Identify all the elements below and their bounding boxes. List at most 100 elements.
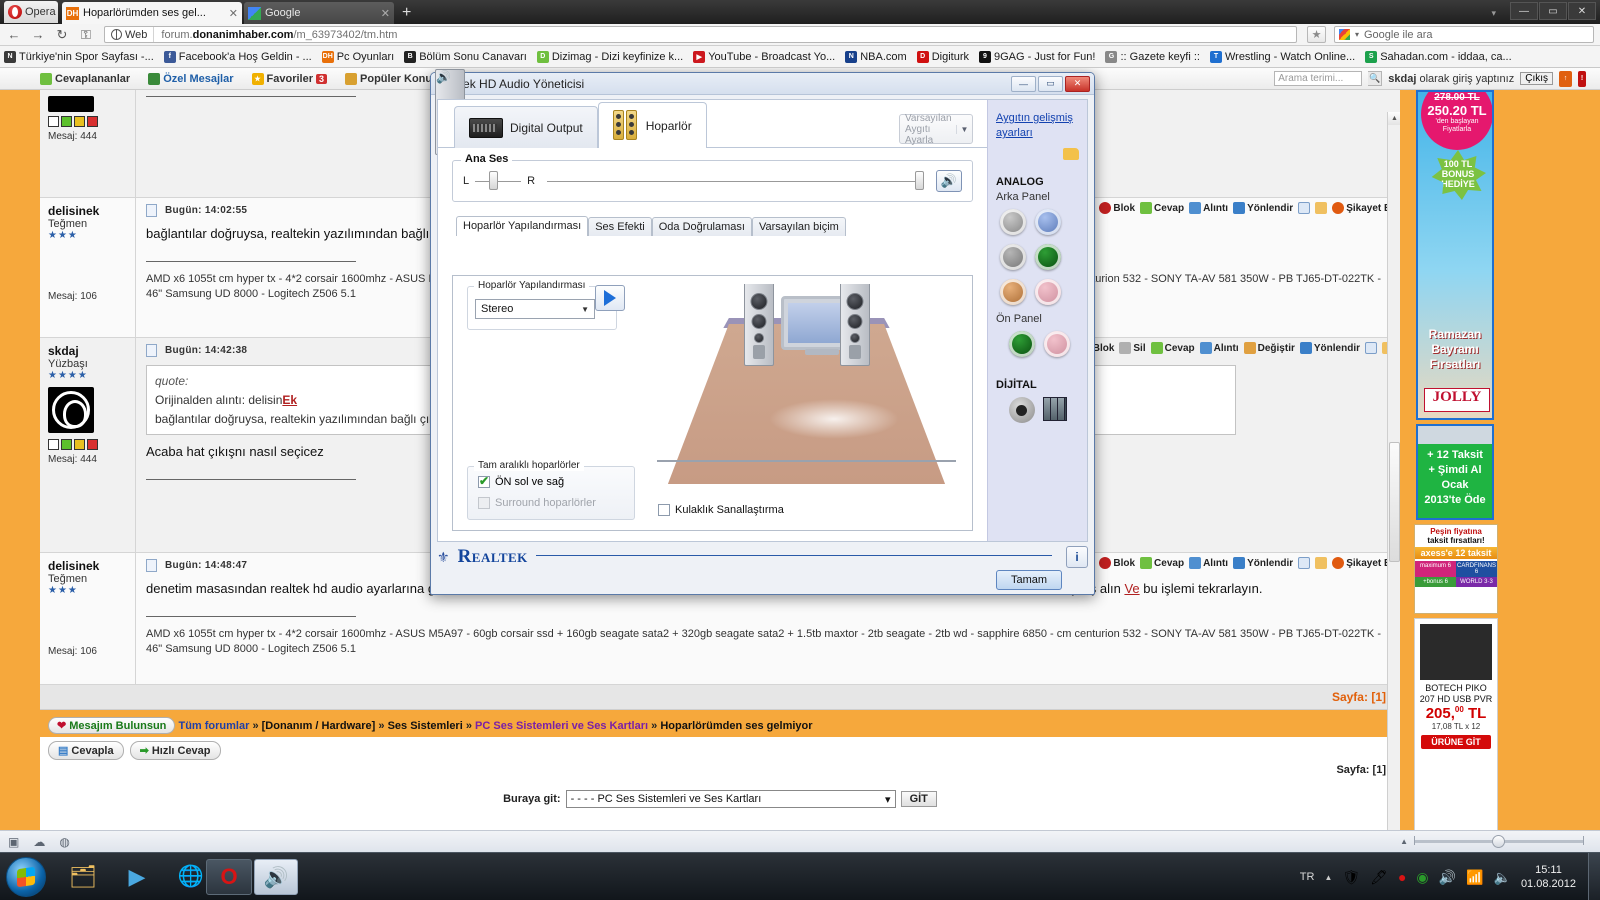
dialog-minimize-button[interactable]: — [1011, 75, 1036, 92]
ad-axess[interactable]: Peşin fiyatına taksit fırsatları! axess'… [1414, 524, 1498, 614]
zoom-slider-handle[interactable] [1492, 835, 1505, 848]
forum-logout-button[interactable]: Çıkış [1520, 72, 1553, 85]
zoom-menu-icon[interactable]: ▲ [1400, 837, 1408, 846]
key-icon[interactable]: ⚿ [78, 27, 94, 43]
bookmark-0[interactable]: N Türkiye'nin Spor Sayfası -... [4, 50, 154, 63]
bookmark-1[interactable]: f Facebook'a Hoş Geldin - ... [163, 50, 312, 63]
post-tool-alinti[interactable]: Alıntı [1189, 557, 1228, 569]
taskbar-explorer[interactable]: 🗂 [56, 859, 110, 895]
alert-icon[interactable]: ! [1578, 70, 1586, 87]
post-tool-sil[interactable]: Sil [1119, 342, 1146, 354]
subtab-ses-efekti[interactable]: Ses Efekti [588, 217, 652, 236]
ad-installment[interactable]: + 12 Taksit + Şimdi Al Ocak 2013'te Öde [1416, 424, 1494, 520]
speaker-tray-icon[interactable]: 🔈 [1494, 869, 1511, 886]
volume-thumb[interactable] [915, 170, 924, 190]
dialog-maximize-button[interactable]: ▭ [1038, 75, 1063, 92]
bookmark-5[interactable]: ▶ YouTube - Broadcast Yo... [693, 50, 835, 63]
post-tool-cevap[interactable]: Cevap [1140, 557, 1184, 569]
bookmark-10[interactable]: T Wrestling - Watch Online... [1209, 50, 1355, 63]
jack-green-line-out[interactable] [1035, 244, 1061, 270]
play-test-button[interactable] [595, 285, 625, 311]
bookmark-2[interactable]: DH Pc Oyunları [321, 50, 394, 63]
balance-slider[interactable] [475, 170, 522, 190]
forward-icon[interactable]: → [30, 27, 46, 42]
info-button[interactable]: i [1066, 546, 1088, 568]
volume-icon[interactable]: 🔊 [1439, 869, 1456, 886]
opera-menu-button[interactable]: Opera [4, 1, 58, 23]
tab-hoparlor[interactable]: Hoparlör [597, 102, 707, 148]
page-scrollbar[interactable]: ▲ [1387, 112, 1401, 830]
post-tool-yonlendir[interactable]: Yönlendir [1233, 202, 1293, 214]
post-tool-sikayet[interactable]: Şikayet Et [1332, 557, 1394, 569]
jack-grey-2[interactable] [1000, 244, 1026, 270]
optical-spdif-icon[interactable] [1042, 397, 1067, 421]
subtab-hoparlor-yapilandirmasi[interactable]: Hoparlör Yapılandırması [456, 216, 589, 236]
post-tool-blok[interactable]: Blok [1099, 557, 1135, 569]
post-author-name[interactable]: skdaj [48, 344, 127, 358]
dialog-titlebar[interactable]: 🔊 Realtek HD Audio Yöneticisi — ▭ ✕ [431, 69, 1094, 155]
network-icon[interactable]: 📶 [1466, 869, 1483, 886]
web-badge[interactable]: Web [105, 27, 155, 42]
start-button[interactable] [6, 857, 46, 897]
front-jack-pink-mic[interactable] [1044, 331, 1070, 357]
forum-nav-favoriler[interactable]: ★ Favoriler 3 [251, 72, 328, 85]
taskbar-opera[interactable]: O [206, 859, 252, 895]
folder-icon[interactable] [1063, 148, 1079, 160]
checkbox-front-left-right[interactable] [478, 474, 490, 488]
speaker-front-right[interactable] [839, 284, 870, 366]
panel-toggle-icon[interactable]: ▣ [8, 835, 19, 849]
forum-nav-cevaplananlar[interactable]: Cevaplananlar [40, 72, 130, 85]
jack-grey[interactable] [1000, 209, 1026, 235]
folder-icon[interactable] [1315, 557, 1328, 569]
mute-toggle-button[interactable]: 🔊 [936, 170, 962, 192]
minimize-button[interactable]: — [1510, 2, 1538, 20]
ad-product[interactable]: BOTECH PIKO 207 HD USB PVR 205,00 TL 17,… [1414, 618, 1498, 830]
nvidia-icon[interactable]: 🖊 [1370, 869, 1388, 886]
advanced-device-settings-link[interactable]: Aygıtın gelişmiş ayarları [996, 112, 1073, 139]
opera-tray-icon[interactable]: ● [1398, 869, 1406, 885]
volume-slider[interactable] [547, 170, 924, 190]
bookmark-9[interactable]: G:: Gazete keyfi :: [1105, 50, 1200, 63]
new-tab-button[interactable]: + [402, 4, 411, 22]
subtab-varsayilan-bicim[interactable]: Varsayılan biçim [751, 217, 846, 236]
post-author-name[interactable]: delisinek [48, 559, 127, 573]
breadcrumb-l2[interactable]: Ses Sistemleri [388, 720, 463, 732]
sayfa-right-value[interactable]: [1] [1373, 764, 1386, 776]
breadcrumb-l3[interactable]: PC Ses Sistemleri ve Ses Kartları [475, 720, 648, 732]
pager-value[interactable]: [1] [1371, 690, 1386, 704]
weather-icon[interactable]: ☁ [33, 835, 45, 849]
speaker-config-select[interactable]: Stereo ▼ [475, 299, 595, 319]
address-bar[interactable]: Web forum.donanimhaber.com/m_63973402/tm… [104, 26, 1297, 43]
forum-search-icon[interactable]: 🔍 [1368, 71, 1383, 86]
page-icon[interactable] [1365, 342, 1377, 354]
page-icon[interactable] [1298, 202, 1311, 214]
tab-digital-output[interactable]: Digital Output [454, 106, 598, 148]
hizli-cevap-button[interactable]: ➡ Hızlı Cevap [129, 741, 221, 760]
dialog-close-button[interactable]: ✕ [1065, 75, 1090, 92]
bookmark-8[interactable]: 9 9GAG - Just for Fun! [979, 50, 1095, 63]
tab-close-icon[interactable]: ✕ [375, 7, 390, 20]
bookmark-3[interactable]: B Bölüm Sonu Canavarı [404, 50, 527, 63]
taskbar-media-player[interactable]: ▶ [110, 859, 164, 895]
taskbar-clock[interactable]: 15:11 01.08.2012 [1521, 863, 1576, 891]
goto-button[interactable]: GİT [900, 791, 937, 807]
headphone-virtualization-row[interactable]: Kulaklık Sanallaştırma [658, 504, 784, 516]
front-jack-green-headphone[interactable] [1009, 331, 1035, 357]
post-tool-alinti[interactable]: Alıntı [1199, 342, 1239, 354]
quote-source-link[interactable]: Ek [282, 393, 297, 407]
breadcrumb-root[interactable]: Tüm forumlar [178, 720, 249, 732]
jack-blue-line-in[interactable] [1035, 209, 1061, 235]
dial-icon[interactable]: ◍ [59, 835, 69, 849]
jack-orange-center-sub[interactable] [1000, 279, 1026, 305]
ok-button[interactable]: Tamam [996, 570, 1062, 590]
folder-icon[interactable] [1315, 202, 1328, 214]
post-body-link[interactable]: Ve [1124, 581, 1139, 596]
post-tool-sikayet[interactable]: Şikayet Et [1332, 202, 1394, 214]
utorrent-icon[interactable]: ◉ [1416, 869, 1428, 886]
close-button[interactable]: ✕ [1568, 2, 1596, 20]
default-device-button[interactable]: Varsayılan Aygıtı Ayarla ▼ [899, 113, 973, 146]
taskbar-realtek-audio[interactable]: 🔊 [254, 859, 298, 895]
zoom-slider[interactable] [1414, 835, 1584, 848]
post-tool-alinti[interactable]: Alıntı [1189, 202, 1228, 214]
mesajim-bulunsun-button[interactable]: ❤ Mesajım Bulunsun [48, 717, 176, 734]
